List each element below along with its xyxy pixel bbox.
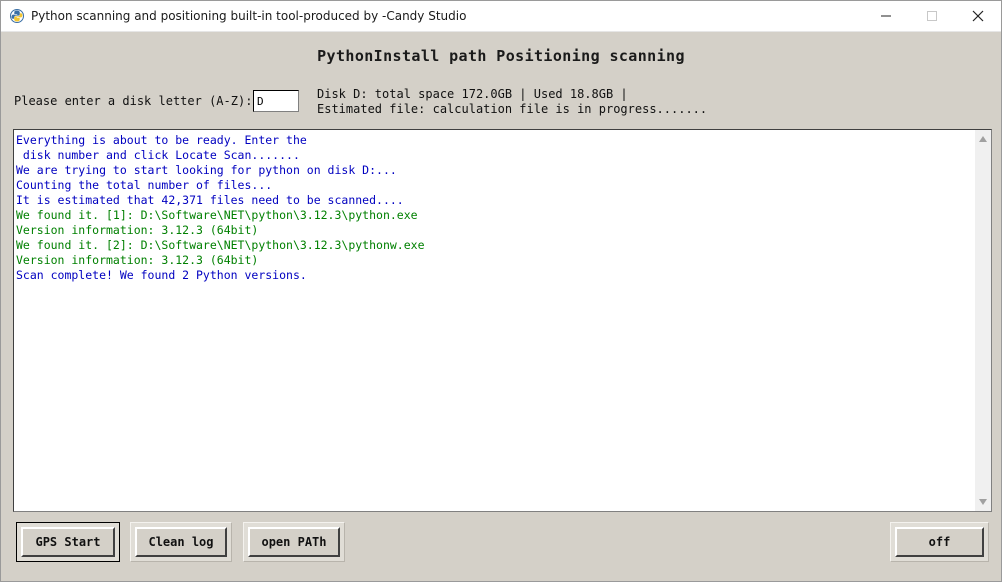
main-window: Python scanning and positioning built-in… <box>0 0 1002 582</box>
log-line: It is estimated that 42,371 files need t… <box>16 193 404 207</box>
log-line: Version information: 3.12.3 (64bit) <box>16 253 259 267</box>
open-path-button[interactable]: open PATh <box>248 527 340 557</box>
minimize-icon <box>881 15 891 17</box>
python-icon <box>10 9 24 23</box>
estimated-file-info: Estimated file: calculation file is in p… <box>317 102 708 116</box>
gps-start-button[interactable]: GPS Start <box>21 527 115 557</box>
off-button[interactable]: off <box>895 527 984 557</box>
log-line: Everything is about to be ready. Enter t… <box>16 133 307 147</box>
log-textarea[interactable]: Everything is about to be ready. Enter t… <box>13 129 992 512</box>
close-icon <box>972 10 984 22</box>
log-line: We found it. [2]: D:\Software\NET\python… <box>16 238 425 252</box>
minimize-button[interactable] <box>863 1 909 31</box>
log-line: Version information: 3.12.3 (64bit) <box>16 223 259 237</box>
open-path-frame: open PATh <box>243 522 345 562</box>
close-button[interactable] <box>955 1 1001 31</box>
log-line: Counting the total number of files... <box>16 178 273 192</box>
log-line: We are trying to start looking for pytho… <box>16 163 397 177</box>
log-line: We found it. [1]: D:\Software\NET\python… <box>16 208 418 222</box>
log-line: Scan complete! We found 2 Python version… <box>16 268 307 282</box>
log-lines: Everything is about to be ready. Enter t… <box>16 133 973 509</box>
window-title: Python scanning and positioning built-in… <box>31 9 467 23</box>
disk-letter-input[interactable] <box>253 90 299 112</box>
scroll-down-icon[interactable] <box>979 499 987 505</box>
maximize-button <box>909 1 955 31</box>
maximize-icon <box>927 11 937 21</box>
disk-space-info: Disk D: total space 172.0GB | Used 18.8G… <box>317 87 628 101</box>
log-line: disk number and click Locate Scan....... <box>16 148 300 162</box>
gps-start-frame: GPS Start <box>16 522 120 562</box>
disk-info: Disk D: total space 172.0GB | Used 18.8G… <box>317 87 707 117</box>
clean-log-button[interactable]: Clean log <box>135 527 227 557</box>
page-title: PythonInstall path Positioning scanning <box>317 47 685 65</box>
clean-log-frame: Clean log <box>130 522 232 562</box>
title-bar[interactable]: Python scanning and positioning built-in… <box>1 1 1001 32</box>
log-scrollbar[interactable] <box>975 130 991 511</box>
scroll-up-icon[interactable] <box>979 136 987 142</box>
disk-letter-label: Please enter a disk letter (A-Z): <box>14 94 253 108</box>
off-frame: off <box>890 522 989 562</box>
